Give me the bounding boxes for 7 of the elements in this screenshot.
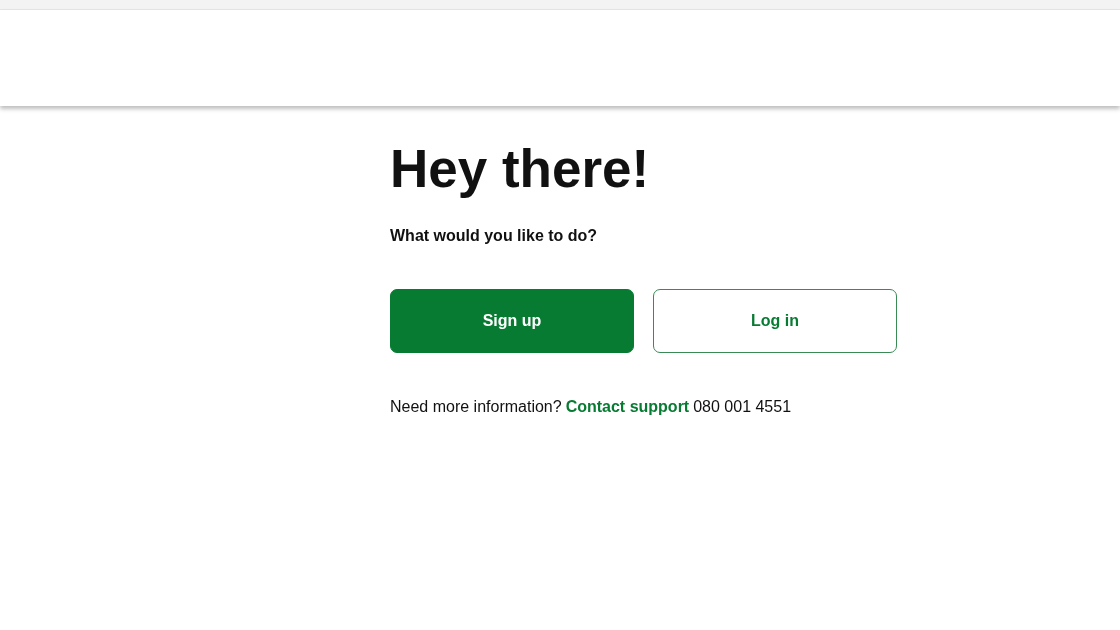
- help-text: Need more information?: [390, 398, 562, 416]
- prompt-text: What would you like to do?: [390, 227, 599, 245]
- sign-up-button[interactable]: Sign up: [390, 289, 634, 353]
- log-in-button[interactable]: Log in: [653, 289, 897, 353]
- contact-support-link[interactable]: Contact support: [565, 398, 690, 416]
- phone-number: 080 001 4551: [693, 398, 792, 416]
- page-heading: Hey there!: [390, 138, 651, 200]
